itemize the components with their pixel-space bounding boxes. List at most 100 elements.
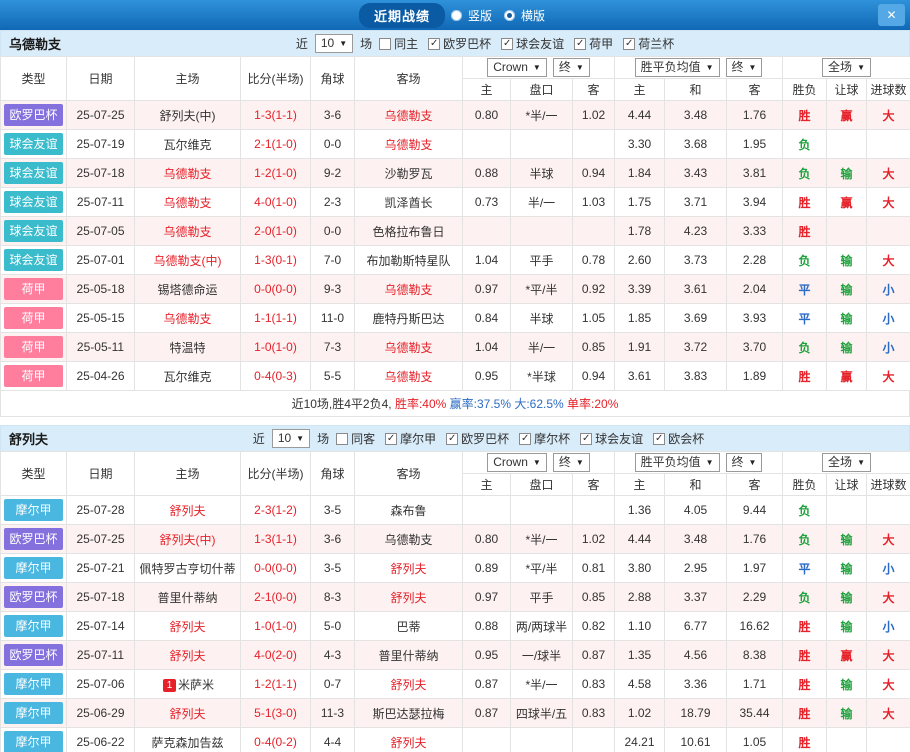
result-handicap: 输: [827, 583, 867, 612]
filter-checkbox[interactable]: ✓球会友谊: [501, 35, 564, 52]
checkbox-icon[interactable]: ✓: [385, 433, 397, 445]
col-type: 类型: [1, 452, 67, 496]
league-badge: 荷甲: [4, 365, 63, 387]
odds-handicap: *平/半: [511, 275, 573, 304]
avg-home: 1.84: [615, 159, 665, 188]
match-date: 25-07-14: [67, 612, 135, 641]
match-row: 欧罗巴杯25-07-11舒列夫4-0(2-0)4-3普里什蒂纳0.95一/球半0…: [1, 641, 910, 670]
league-cell: 欧罗巴杯: [1, 101, 67, 130]
checkbox-icon[interactable]: [336, 433, 348, 445]
bookmaker-select[interactable]: Crown▼: [487, 453, 547, 472]
avg-draw: 4.23: [665, 217, 727, 246]
checkbox-icon[interactable]: ✓: [428, 38, 440, 50]
result-goals: 大: [867, 362, 910, 391]
avg-home: 24.21: [615, 728, 665, 752]
team-name-text: 乌德勒支: [384, 109, 432, 123]
team-name-text: 乌德勒支: [163, 196, 211, 210]
team-name-text: 色格拉布鲁日: [372, 225, 444, 239]
matches-table: 类型 日期 主场 比分(半场) 角球 客场 Crown▼ 终▼ 胜平负均: [0, 451, 910, 752]
horizontal-layout-label[interactable]: 横版: [521, 7, 545, 24]
team-name-text: 瓦尔维克: [163, 370, 211, 384]
league-cell: 欧罗巴杯: [1, 583, 67, 612]
team-cell: 普里什蒂纳: [135, 583, 241, 612]
avg-stage-select[interactable]: 终▼: [726, 453, 763, 472]
team-cell: 乌德勒支: [355, 362, 463, 391]
checkbox-icon[interactable]: ✓: [501, 38, 513, 50]
team-name-text: 舒列夫: [390, 736, 426, 750]
avg-away: 1.95: [727, 130, 783, 159]
filter-checkbox[interactable]: ✓摩尔甲: [385, 430, 436, 447]
filter-checkbox[interactable]: ✓欧罗巴杯: [428, 35, 491, 52]
checkbox-icon[interactable]: ✓: [519, 433, 531, 445]
odds-home: 0.88: [463, 159, 511, 188]
avg-away: 3.81: [727, 159, 783, 188]
col-corner: 角球: [311, 452, 355, 496]
result-handicap: [827, 496, 867, 525]
checkbox-label: 荷甲: [589, 35, 613, 52]
result-handicap: [827, 728, 867, 752]
filter-checkbox[interactable]: 同客: [336, 430, 375, 447]
team-name-text: 乌德勒支: [384, 533, 432, 547]
filter-checkbox[interactable]: ✓球会友谊: [580, 430, 643, 447]
corner-score: 8-3: [311, 583, 355, 612]
result-handicap: 输: [827, 159, 867, 188]
vertical-layout-label[interactable]: 竖版: [468, 7, 492, 24]
checkbox-icon[interactable]: ✓: [653, 433, 665, 445]
result-outcome: 胜: [783, 362, 827, 391]
team-cell: 乌德勒支: [135, 217, 241, 246]
match-date: 25-06-29: [67, 699, 135, 728]
scope-select[interactable]: 全场▼: [822, 58, 871, 77]
match-score: 4-0(2-0): [241, 641, 311, 670]
odds-away: 1.03: [573, 188, 615, 217]
checkbox-label: 同主: [394, 35, 418, 52]
vertical-layout-radio[interactable]: [451, 10, 462, 21]
result-goals: 大: [867, 246, 910, 275]
avg-odds-select[interactable]: 胜平负均值▼: [635, 58, 720, 77]
filter-checkbox[interactable]: ✓欧会杯: [653, 430, 704, 447]
result-handicap: 赢: [827, 641, 867, 670]
odds-handicap: [511, 217, 573, 246]
checkbox-icon[interactable]: ✓: [446, 433, 458, 445]
close-button[interactable]: ✕: [878, 4, 905, 26]
col-handicap-result: 让球: [827, 474, 867, 496]
odds-home: 0.88: [463, 612, 511, 641]
team-cell: 乌德勒支: [135, 159, 241, 188]
avg-home: 1.10: [615, 612, 665, 641]
odds-stage-select[interactable]: 终▼: [553, 58, 590, 77]
avg-odds-select[interactable]: 胜平负均值▼: [635, 453, 720, 472]
team-cell: 舒列夫: [135, 699, 241, 728]
result-goals: 大: [867, 188, 910, 217]
checkbox-icon[interactable]: [379, 38, 391, 50]
result-goals: [867, 728, 910, 752]
match-count-select[interactable]: 10 ▼: [272, 429, 310, 448]
scope-select[interactable]: 全场▼: [822, 453, 871, 472]
odds-stage-select[interactable]: 终▼: [553, 453, 590, 472]
checkbox-icon[interactable]: ✓: [623, 38, 635, 50]
horizontal-layout-radio[interactable]: [504, 10, 515, 21]
team-cell: 瓦尔维克: [135, 130, 241, 159]
league-badge: 荷甲: [4, 307, 63, 329]
checkbox-label: 荷兰杯: [638, 35, 674, 52]
bookmaker-select[interactable]: Crown▼: [487, 58, 547, 77]
match-date: 25-07-11: [67, 188, 135, 217]
team-name-text: 特温特: [169, 341, 205, 355]
match-count-select[interactable]: 10 ▼: [315, 34, 353, 53]
corner-score: 11-0: [311, 304, 355, 333]
avg-stage-select[interactable]: 终▼: [726, 58, 763, 77]
checkbox-icon[interactable]: ✓: [574, 38, 586, 50]
odds-home: 0.80: [463, 525, 511, 554]
checkbox-icon[interactable]: ✓: [580, 433, 592, 445]
summary-segment: 大:62.5%: [514, 395, 567, 412]
col-date: 日期: [67, 452, 135, 496]
team-name-text: 乌德勒支(中): [154, 254, 222, 268]
avg-draw: 10.61: [665, 728, 727, 752]
avg-home: 4.44: [615, 525, 665, 554]
filter-checkbox[interactable]: 同主: [379, 35, 418, 52]
avg-away: 2.04: [727, 275, 783, 304]
filter-checkbox[interactable]: ✓荷兰杯: [623, 35, 674, 52]
filter-checkbox[interactable]: ✓荷甲: [574, 35, 613, 52]
league-badge: 球会友谊: [4, 249, 63, 271]
checkbox-label: 同客: [351, 430, 375, 447]
filter-checkbox[interactable]: ✓摩尔杯: [519, 430, 570, 447]
filter-checkbox[interactable]: ✓欧罗巴杯: [446, 430, 509, 447]
